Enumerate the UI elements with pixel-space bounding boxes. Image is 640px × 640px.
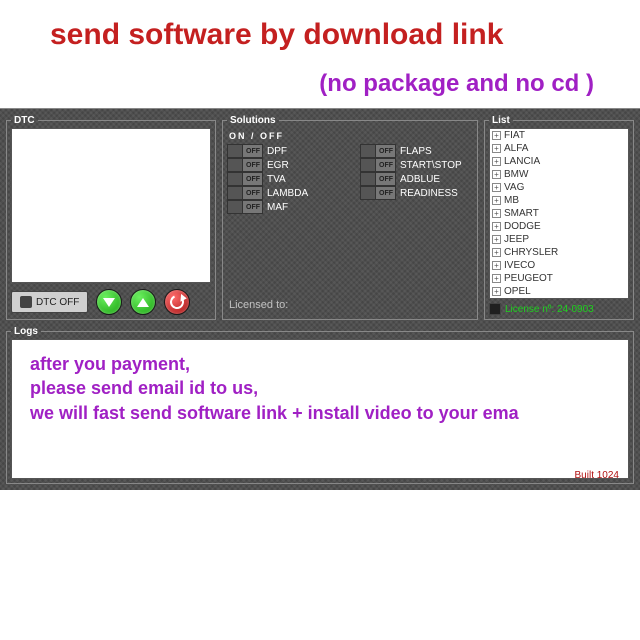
- tree-expand-icon[interactable]: +: [492, 157, 501, 166]
- dtc-off-label: DTC OFF: [36, 297, 79, 308]
- list-panel: List +FIAT +ALFA +LANCIA +BMW +VAG +MB +…: [484, 115, 634, 320]
- logs-panel: Logs after you payment, please send emai…: [6, 326, 634, 484]
- solutions-legend: Solutions: [227, 115, 279, 126]
- tree-expand-icon[interactable]: +: [492, 287, 501, 296]
- toggle-lambda[interactable]: OFF: [227, 186, 263, 200]
- arrow-down-button[interactable]: [96, 289, 122, 315]
- toggle-row-lambda: OFF LAMBDA: [227, 186, 340, 200]
- toggle-egr[interactable]: OFF: [227, 158, 263, 172]
- toggle-startstop[interactable]: OFF: [360, 158, 396, 172]
- build-label: Built 1024: [575, 470, 619, 481]
- toggle-label: TVA: [267, 174, 286, 185]
- dtc-panel: DTC DTC OFF: [6, 115, 216, 320]
- list-item[interactable]: +FIAT: [490, 129, 628, 142]
- arrow-down-icon: [103, 298, 115, 307]
- arrow-up-button[interactable]: [130, 289, 156, 315]
- licensed-to-label: Licensed to:: [227, 295, 473, 315]
- arrow-up-icon: [137, 298, 149, 307]
- list-item[interactable]: +IVECO: [490, 259, 628, 272]
- license-label: License nº: 24-0903: [505, 304, 594, 315]
- tree-expand-icon[interactable]: +: [492, 235, 501, 244]
- dtc-controls: DTC OFF: [11, 289, 211, 315]
- promo-subtitle: (no package and no cd ): [0, 60, 640, 108]
- toggle-row-maf: OFF MAF: [227, 200, 340, 214]
- toggle-readiness[interactable]: OFF: [360, 186, 396, 200]
- toggle-label: DPF: [267, 146, 287, 157]
- list-item[interactable]: +MB: [490, 194, 628, 207]
- reload-button[interactable]: [164, 289, 190, 315]
- license-icon: [489, 303, 501, 315]
- toggle-adblue[interactable]: OFF: [360, 172, 396, 186]
- tree-expand-icon[interactable]: +: [492, 144, 501, 153]
- logs-line: after you payment,: [30, 352, 610, 376]
- brand-list[interactable]: +FIAT +ALFA +LANCIA +BMW +VAG +MB +SMART…: [489, 128, 629, 299]
- toggle-row-adblue: OFF ADBLUE: [360, 172, 473, 186]
- list-item[interactable]: +PEUGEOT: [490, 272, 628, 285]
- logs-line: we will fast send software link + instal…: [30, 401, 610, 425]
- onoff-header: ON / OFF: [227, 128, 473, 144]
- list-legend: List: [489, 115, 513, 126]
- list-item[interactable]: +LANCIA: [490, 155, 628, 168]
- tree-expand-icon[interactable]: +: [492, 196, 501, 205]
- app-window: DTC DTC OFF Solutions ON / OFF OFF: [0, 108, 640, 490]
- list-item[interactable]: +DODGE: [490, 220, 628, 233]
- toggle-label: MAF: [267, 202, 288, 213]
- logs-legend: Logs: [11, 326, 41, 337]
- toggle-label: START\STOP: [400, 160, 462, 171]
- list-item[interactable]: +JEEP: [490, 233, 628, 246]
- toggle-row-flaps: OFF FLAPS: [360, 144, 473, 158]
- reload-icon: [168, 293, 186, 311]
- list-item[interactable]: +CHRYSLER: [490, 246, 628, 259]
- toggle-row-dpf: OFF DPF: [227, 144, 340, 158]
- dtc-off-icon: [20, 296, 32, 308]
- logs-line: please send email id to us,: [30, 376, 610, 400]
- tree-expand-icon[interactable]: +: [492, 222, 501, 231]
- license-row: License nº: 24-0903: [489, 303, 629, 315]
- tree-expand-icon[interactable]: +: [492, 131, 501, 140]
- toggle-tva[interactable]: OFF: [227, 172, 263, 186]
- dtc-listbox[interactable]: [11, 128, 211, 283]
- toggle-label: ADBLUE: [400, 174, 440, 185]
- list-item[interactable]: +SMART: [490, 207, 628, 220]
- list-item[interactable]: +ALFA: [490, 142, 628, 155]
- toggle-row-egr: OFF EGR: [227, 158, 340, 172]
- tree-expand-icon[interactable]: +: [492, 183, 501, 192]
- promo-title: send software by download link: [0, 0, 640, 60]
- toggle-label: LAMBDA: [267, 188, 308, 199]
- toggle-row-tva: OFF TVA: [227, 172, 340, 186]
- toggle-grid: OFF DPF OFF EGR OFF TVA OFF LAMBDA OFF: [227, 144, 473, 214]
- logs-box: after you payment, please send email id …: [11, 339, 629, 479]
- dtc-off-button[interactable]: DTC OFF: [11, 291, 88, 313]
- toggle-row-startstop: OFF START\STOP: [360, 158, 473, 172]
- list-item[interactable]: +VAG: [490, 181, 628, 194]
- tree-expand-icon[interactable]: +: [492, 170, 501, 179]
- toggle-maf[interactable]: OFF: [227, 200, 263, 214]
- toggle-flaps[interactable]: OFF: [360, 144, 396, 158]
- toggle-label: READINESS: [400, 188, 458, 199]
- solutions-panel: Solutions ON / OFF OFF DPF OFF EGR OFF T…: [222, 115, 478, 320]
- toggle-label: EGR: [267, 160, 289, 171]
- toggle-dpf[interactable]: OFF: [227, 144, 263, 158]
- tree-expand-icon[interactable]: +: [492, 274, 501, 283]
- list-item[interactable]: +OPEL: [490, 285, 628, 298]
- tree-expand-icon[interactable]: +: [492, 261, 501, 270]
- list-item[interactable]: +BMW: [490, 168, 628, 181]
- tree-expand-icon[interactable]: +: [492, 209, 501, 218]
- toggle-row-readiness: OFF READINESS: [360, 186, 473, 200]
- dtc-legend: DTC: [11, 115, 38, 126]
- toggle-label: FLAPS: [400, 146, 432, 157]
- tree-expand-icon[interactable]: +: [492, 248, 501, 257]
